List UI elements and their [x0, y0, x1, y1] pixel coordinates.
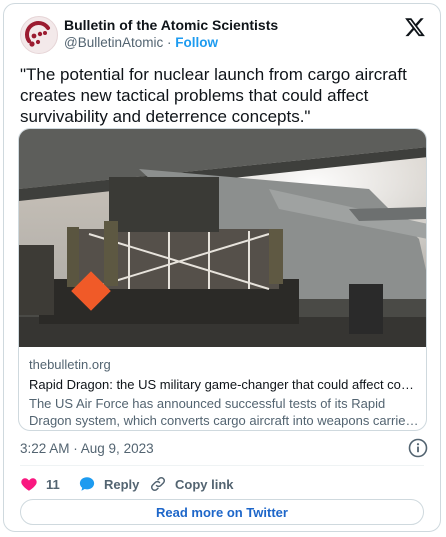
divider	[20, 465, 424, 466]
link-preview-card[interactable]: thebulletin.org Rapid Dragon: the US mil…	[18, 128, 427, 431]
avatar[interactable]	[20, 16, 58, 54]
link-domain: thebulletin.org	[29, 357, 111, 372]
like-button[interactable]: 11	[20, 474, 60, 494]
info-icon[interactable]	[408, 438, 428, 458]
link-description: The US Air Force has announced successfu…	[29, 396, 417, 428]
author-handle[interactable]: @BulletinAtomic	[64, 35, 163, 50]
author-name[interactable]: Bulletin of the Atomic Scientists	[64, 17, 278, 33]
link-title[interactable]: Rapid Dragon: the US military game-chang…	[29, 377, 419, 392]
heart-icon	[21, 478, 37, 491]
tweet-timestamp[interactable]: 3:22 AM · Aug 9, 2023	[20, 441, 154, 456]
meta-separator: ·	[167, 35, 172, 50]
bulletin-logo-icon	[25, 21, 50, 47]
like-count: 11	[46, 476, 60, 492]
tweet-card: Bulletin of the Atomic Scientists @Bulle…	[3, 3, 441, 532]
x-logo-icon[interactable]	[404, 16, 426, 38]
read-more-button[interactable]: Read more on Twitter	[20, 499, 424, 525]
reply-icon	[79, 477, 95, 491]
link-preview-image	[19, 129, 426, 347]
reply-button[interactable]: Reply	[78, 474, 139, 494]
author-meta: @BulletinAtomic · Follow	[64, 35, 218, 50]
copy-link-button[interactable]: Copy link	[149, 474, 234, 494]
link-icon	[150, 476, 166, 492]
tweet-text: "The potential for nuclear launch from c…	[20, 65, 407, 126]
copy-link-label: Copy link	[175, 476, 234, 492]
reply-label: Reply	[104, 476, 140, 492]
follow-button[interactable]: Follow	[175, 35, 218, 50]
